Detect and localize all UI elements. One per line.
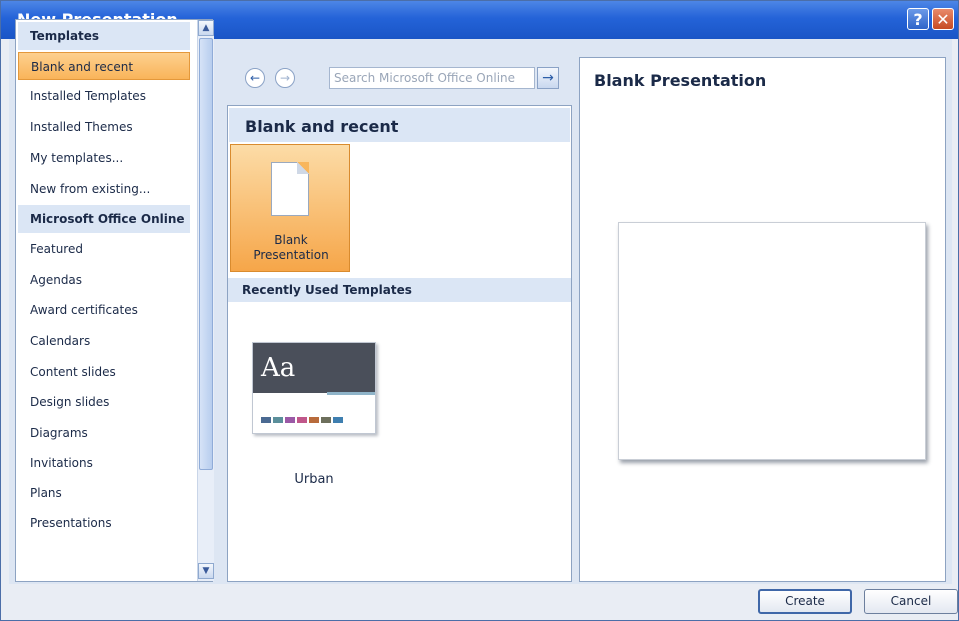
category-item-diagrams[interactable]: Diagrams (18, 419, 190, 447)
category-list-panel: Templates Blank and recent Installed Tem… (15, 19, 214, 582)
close-button[interactable]: ✕ (932, 8, 954, 30)
category-item-featured[interactable]: Featured (18, 235, 190, 263)
preview-title: Blank Presentation (594, 71, 767, 90)
scrollbar-thumb[interactable] (199, 38, 213, 470)
urban-swatch (261, 417, 271, 423)
category-item-new-from-existing[interactable]: New from existing... (18, 175, 190, 203)
category-item-plans[interactable]: Plans (18, 479, 190, 507)
category-item-installed-templates[interactable]: Installed Templates (18, 82, 190, 110)
chevron-down-icon[interactable]: ▼ (198, 563, 214, 579)
category-item-my-templates[interactable]: My templates... (18, 144, 190, 172)
urban-swatch (309, 417, 319, 423)
urban-swatch (333, 417, 343, 423)
category-item-design-slides[interactable]: Design slides (18, 388, 190, 416)
urban-thumb-text: Aa (261, 353, 296, 383)
search-go-button[interactable]: → (537, 67, 559, 89)
category-item-presentations[interactable]: Presentations (18, 509, 190, 537)
urban-swatch (273, 417, 283, 423)
category-item-calendars[interactable]: Calendars (18, 327, 190, 355)
urban-template-label: Urban (294, 472, 334, 487)
category-item-invitations[interactable]: Invitations (18, 449, 190, 477)
slide-preview (618, 222, 926, 460)
blank-presentation-tile[interactable]: Blank Presentation (230, 144, 350, 272)
cancel-button[interactable]: Cancel (864, 589, 958, 614)
create-button[interactable]: Create (758, 589, 852, 614)
blank-page-icon (271, 162, 309, 216)
urban-swatch (297, 417, 307, 423)
chevron-up-icon[interactable]: ▲ (198, 20, 214, 36)
urban-template-thumbnail[interactable]: Aa (252, 342, 376, 434)
back-arrow-icon[interactable]: ← (245, 68, 265, 88)
preview-panel: Blank Presentation (579, 57, 946, 582)
gallery-section-title: Blank and recent (229, 108, 570, 142)
urban-swatch (285, 417, 295, 423)
blank-tile-label-line2: Presentation (253, 248, 329, 262)
category-header-templates: Templates (18, 22, 190, 50)
category-scrollbar[interactable]: ▲ ▼ (197, 20, 214, 581)
search-input[interactable]: Search Microsoft Office Online (329, 67, 535, 89)
category-item-content-slides[interactable]: Content slides (18, 358, 190, 386)
category-item-blank-and-recent[interactable]: Blank and recent (18, 52, 190, 80)
blank-tile-label-line1: Blank (274, 233, 308, 247)
urban-thumb-accent (327, 392, 375, 395)
navigation-bar: ← → Search Microsoft Office Online → (227, 59, 572, 99)
urban-swatch (321, 417, 331, 423)
help-button[interactable]: ? (907, 8, 929, 30)
category-item-installed-themes[interactable]: Installed Themes (18, 113, 190, 141)
category-item-agendas[interactable]: Agendas (18, 266, 190, 294)
new-presentation-dialog: New Presentation ? ✕ Templates Blank and… (0, 0, 959, 621)
forward-arrow-icon[interactable]: → (275, 68, 295, 88)
recent-templates-header: Recently Used Templates (228, 278, 571, 302)
category-header-office-online: Microsoft Office Online (18, 205, 190, 233)
category-item-award-certificates[interactable]: Award certificates (18, 296, 190, 324)
